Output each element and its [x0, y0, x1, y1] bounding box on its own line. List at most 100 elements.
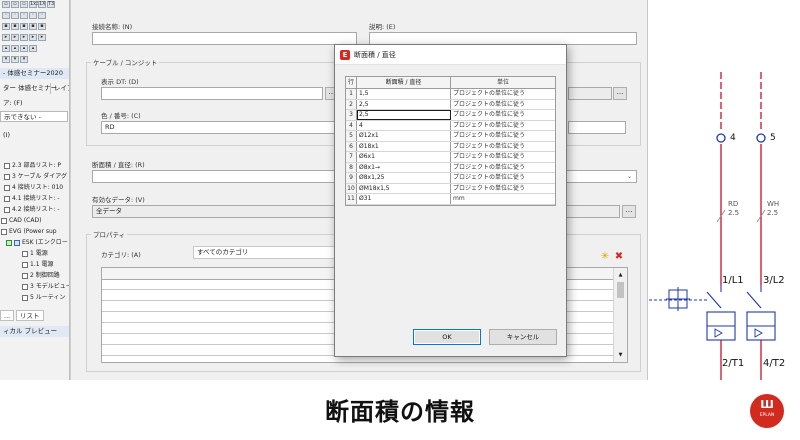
grid-row[interactable]: 5 Ø12x1 プロジェクトの単位に従う: [346, 131, 555, 142]
tool-icon[interactable]: ▫: [11, 1, 19, 8]
sub-tab-layout[interactable]: レイア: [50, 83, 69, 94]
grid-row[interactable]: 2 2,5 プロジェクトの単位に従う: [346, 99, 555, 110]
cross-section-cell[interactable]: 1,5: [357, 89, 451, 99]
unit-cell[interactable]: プロジェクトの単位に従う: [451, 131, 555, 141]
unit-cell[interactable]: プロジェクトの単位に従う: [451, 173, 555, 183]
unit-cell[interactable]: プロジェクトの単位に従う: [451, 100, 555, 110]
scroll-thumb[interactable]: [617, 282, 624, 298]
unit-cell[interactable]: プロジェクトの単位に従う: [451, 163, 555, 173]
tool-icon[interactable]: ◦: [29, 12, 37, 19]
unit-cell[interactable]: プロジェクトの単位に従う: [451, 121, 555, 131]
tool-icon[interactable]: ▾: [20, 56, 28, 63]
cross-section-cell[interactable]: Ø8x1→: [357, 162, 451, 172]
grid-row[interactable]: 11 Ø31 mm: [346, 194, 555, 205]
cross-section-cell[interactable]: Ø31: [357, 194, 451, 204]
tree-item[interactable]: 3 ケーブル ダイアグ: [4, 172, 67, 181]
tool-icon[interactable]: ▫: [20, 1, 28, 8]
tool-icon[interactable]: ▴: [11, 45, 19, 52]
terminal-4-icon[interactable]: [716, 133, 726, 143]
scroll-down-icon[interactable]: ▼: [617, 352, 624, 358]
connection-name-input[interactable]: [92, 32, 357, 45]
color-input[interactable]: RD: [101, 121, 339, 134]
cross-section-cell-editing[interactable]: 2,5: [357, 110, 451, 120]
tree-item[interactable]: 5 ルーティン: [22, 293, 65, 302]
unit-cell[interactable]: プロジェクトの単位に従う: [451, 142, 555, 152]
unit-cell[interactable]: mm: [451, 194, 555, 204]
scroll-up-icon[interactable]: ▲: [617, 272, 624, 278]
tool-icon[interactable]: ▸: [38, 34, 46, 41]
bottom-tab-list[interactable]: リスト: [16, 310, 44, 321]
cross-section-cell[interactable]: Ø6x1: [357, 152, 451, 162]
tool-icon[interactable]: ▪: [38, 23, 46, 30]
unit-cell[interactable]: プロジェクトの単位に従う: [451, 110, 555, 120]
cross-section-cell[interactable]: 4: [357, 120, 451, 130]
tool-icon[interactable]: ▸: [20, 34, 28, 41]
tool-icon[interactable]: ◦: [2, 12, 10, 19]
tree-item[interactable]: 1.1 電源: [22, 260, 53, 269]
tool-icon[interactable]: ▸: [2, 34, 10, 41]
grid-row[interactable]: 10 ØM18x1,5 プロジェクトの単位に従う: [346, 183, 555, 194]
unit-cell[interactable]: プロジェクトの単位に従う: [451, 184, 555, 194]
tool-icon[interactable]: ▪: [11, 23, 19, 30]
cross-section-cell[interactable]: ØM18x1,5: [357, 183, 451, 193]
tool-icon[interactable]: ▪: [29, 23, 37, 30]
grid-row[interactable]: 8 Ø8x1→ プロジェクトの単位に従う: [346, 162, 555, 173]
cross-section-grid[interactable]: 行 断面積 / 直径 単位 1 1,5 プロジェクトの単位に従う 2 2,5 プロジェク…: [345, 76, 556, 206]
tree-item[interactable]: CAD (CAD): [1, 216, 41, 225]
tool-icon[interactable]: ▴: [29, 45, 37, 52]
ok-button[interactable]: OK: [413, 329, 481, 345]
category-select[interactable]: すべてのカテゴリ: [193, 246, 337, 259]
tool-icon[interactable]: ▾: [11, 56, 19, 63]
tree-item[interactable]: 3 モデルビュー: [22, 282, 69, 291]
dt-extra-browse-button[interactable]: …: [613, 87, 627, 100]
tree-item[interactable]: EVG (Power sup: [1, 227, 57, 236]
new-property-icon[interactable]: ✳: [600, 252, 610, 262]
cross-section-cell[interactable]: Ø8x1,25: [357, 173, 451, 183]
tool-label-1x[interactable]: 1X: [38, 1, 46, 8]
grid-row[interactable]: 7 Ø6x1 プロジェクトの単位に従う: [346, 152, 555, 163]
tool-icon[interactable]: ▴: [2, 45, 10, 52]
grid-row[interactable]: 3 2,5 プロジェクトの単位に従う: [346, 110, 555, 121]
tool-label-1x3[interactable]: 1x3: [29, 1, 39, 8]
dialog-titlebar[interactable]: E 断面積 / 直径: [335, 45, 566, 65]
delete-property-icon[interactable]: ✖: [614, 252, 624, 262]
expand-icon[interactable]: [6, 239, 12, 246]
tool-icon[interactable]: ◦: [38, 12, 46, 19]
tool-icon[interactable]: ▪: [20, 23, 28, 30]
unit-cell[interactable]: プロジェクトの単位に従う: [451, 89, 555, 99]
tool-icon[interactable]: ▾: [2, 56, 10, 63]
chevron-down-icon[interactable]: ⌄: [624, 171, 635, 182]
tool-icon[interactable]: ▸: [11, 34, 19, 41]
tree-item[interactable]: ESK (エンクロー: [6, 238, 68, 247]
tool-icon[interactable]: ▪: [2, 23, 10, 30]
preview-tab[interactable]: ィカル プレビュー: [0, 326, 69, 337]
grid-row[interactable]: 9 Ø8x1,25 プロジェクトの単位に従う: [346, 173, 555, 184]
tool-label-t3[interactable]: T3: [47, 1, 55, 8]
tool-icon[interactable]: ▸: [29, 34, 37, 41]
cross-section-cell[interactable]: 2,5: [357, 99, 451, 109]
tree-item[interactable]: 1 電源: [22, 249, 48, 258]
tree-item[interactable]: 2.3 部品リスト: P: [4, 161, 61, 170]
bottom-tab-more[interactable]: ...: [0, 310, 15, 321]
cross-section-cell[interactable]: Ø18x1: [357, 141, 451, 151]
cross-section-cell[interactable]: Ø12x1: [357, 131, 451, 141]
tree-item[interactable]: 4 接続リスト: 010: [4, 183, 63, 192]
filter-select[interactable]: 示できない -: [0, 111, 68, 122]
tool-icon[interactable]: ◦: [20, 12, 28, 19]
unit-header[interactable]: 単位: [451, 77, 555, 88]
valid-data-browse-button[interactable]: …: [622, 205, 636, 218]
tool-icon[interactable]: ▴: [20, 45, 28, 52]
display-dt-input[interactable]: [101, 87, 323, 100]
cross-section-header[interactable]: 断面積 / 直径: [357, 77, 451, 88]
tree-item[interactable]: 2 制御回路: [22, 271, 60, 280]
property-grid-scrollbar[interactable]: ▲ ▼: [613, 268, 627, 362]
tree-item[interactable]: 4.1 接続リスト: -: [4, 194, 60, 203]
tree-item[interactable]: 4.2 接続リスト: -: [4, 205, 60, 214]
tool-icon[interactable]: ◦: [11, 12, 19, 19]
terminal-5-icon[interactable]: [756, 133, 766, 143]
tool-icon[interactable]: ▫: [2, 1, 10, 8]
grid-row[interactable]: 1 1,5 プロジェクトの単位に従う: [346, 89, 555, 100]
grid-row[interactable]: 4 4 プロジェクトの単位に従う: [346, 120, 555, 131]
color-extra-field[interactable]: [568, 121, 626, 134]
cancel-button[interactable]: キャンセル: [489, 329, 557, 345]
